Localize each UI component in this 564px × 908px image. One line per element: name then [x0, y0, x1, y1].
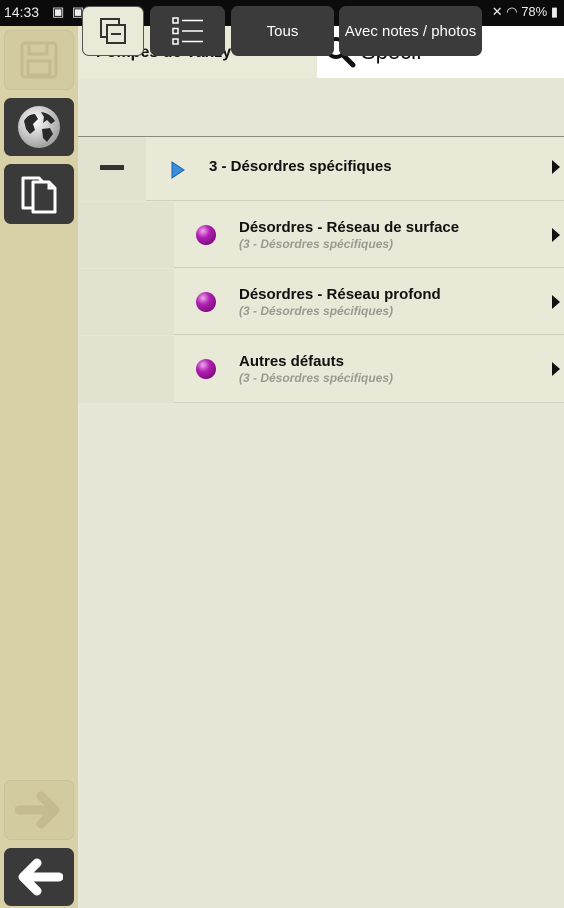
list-icon — [171, 17, 203, 45]
copy-icon — [21, 176, 57, 214]
filter-toolbar — [78, 78, 564, 137]
item-title: Autres défauts — [239, 353, 345, 370]
play-icon — [171, 161, 185, 179]
chevron-right-icon[interactable] — [552, 228, 560, 242]
copy-button[interactable] — [4, 164, 74, 224]
list-view-button[interactable] — [150, 6, 225, 56]
status-right: ✕ ◠ 78% ▮ — [492, 4, 558, 20]
save-icon — [20, 41, 58, 79]
left-rail — [0, 26, 78, 908]
item-subtitle: (3 - Désordres spécifiques) — [239, 371, 394, 385]
sphere-icon — [196, 225, 216, 245]
sphere-icon — [196, 292, 216, 312]
save-button[interactable] — [4, 30, 74, 90]
filter-with-notes-button[interactable]: Avec notes / photos — [339, 6, 482, 56]
item-subtitle: (3 - Désordres spécifiques) — [239, 304, 394, 318]
filter-all-button[interactable]: Tous — [231, 6, 334, 56]
list-item[interactable]: Désordres - Réseau profond (3 - Désordre… — [78, 269, 564, 335]
sphere-icon — [196, 359, 216, 379]
battery-icon: ▮ — [550, 4, 558, 19]
category-chevron-right-icon[interactable] — [552, 160, 560, 174]
chevron-right-icon[interactable] — [552, 295, 560, 309]
collapse-category-button[interactable] — [100, 165, 124, 170]
item-title: Désordres - Réseau profond — [239, 286, 441, 303]
wifi-icon: ✕ ◠ — [491, 4, 518, 19]
category-title: 3 - Désordres spécifiques — [209, 158, 392, 175]
item-title: Désordres - Réseau de surface — [239, 219, 460, 236]
globe-button[interactable] — [4, 98, 74, 156]
forward-button[interactable] — [4, 780, 74, 840]
list-item[interactable]: Autres défauts (3 - Désordres spécifique… — [78, 336, 564, 403]
collapse-all-button[interactable] — [82, 6, 144, 56]
list-item[interactable]: Désordres - Réseau de surface (3 - Désor… — [78, 202, 564, 268]
back-button[interactable] — [4, 848, 74, 906]
collapse-icon — [100, 18, 126, 44]
status-time: 14:33 — [4, 4, 40, 20]
arrow-left-icon — [18, 858, 63, 896]
arrow-right-icon — [15, 791, 60, 829]
chevron-right-icon[interactable] — [552, 362, 560, 376]
globe-icon — [18, 106, 60, 148]
item-subtitle: (3 - Désordres spécifiques) — [239, 237, 394, 251]
category-row[interactable]: 3 - Désordres spécifiques — [78, 137, 564, 201]
battery-level: 78% — [521, 4, 548, 19]
